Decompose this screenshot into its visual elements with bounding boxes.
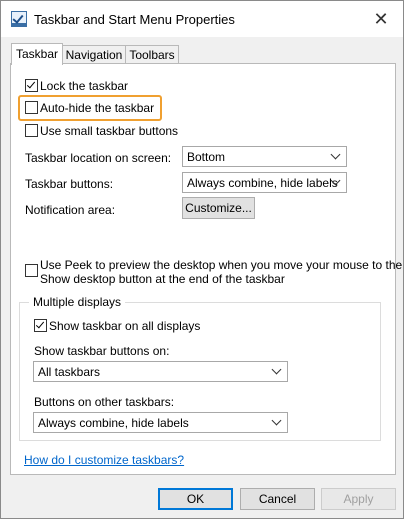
chevron-down-icon <box>330 150 342 162</box>
lock-taskbar-checkbox[interactable] <box>25 79 38 92</box>
tab-taskbar[interactable]: Taskbar <box>11 43 63 65</box>
cancel-button[interactable]: Cancel <box>240 488 315 510</box>
taskbar-buttons-select[interactable]: Always combine, hide labels <box>182 172 347 193</box>
location-select[interactable]: Bottom <box>182 146 347 167</box>
notification-area-label: Notification area: <box>25 203 116 217</box>
tab-navigation[interactable]: Navigation <box>62 45 126 64</box>
location-label: Taskbar location on screen: <box>25 151 172 165</box>
chevron-down-icon <box>271 416 283 428</box>
chevron-down-icon <box>330 176 342 188</box>
show-all-displays-checkbox[interactable] <box>34 319 47 332</box>
other-taskbars-select[interactable]: Always combine, hide labels <box>33 412 288 433</box>
peek-label-line2: Show desktop button at the end of the ta… <box>40 272 285 286</box>
other-taskbars-label: Buttons on other taskbars: <box>34 395 175 409</box>
close-icon[interactable]: ✕ <box>363 1 399 37</box>
show-buttons-on-label: Show taskbar buttons on: <box>34 344 170 358</box>
small-buttons-checkbox[interactable] <box>25 124 38 137</box>
show-buttons-on-value: All taskbars <box>38 365 101 379</box>
peek-checkbox[interactable] <box>25 264 38 277</box>
show-buttons-on-select[interactable]: All taskbars <box>33 361 288 382</box>
customize-button[interactable]: Customize... <box>182 197 255 219</box>
tab-toolbars[interactable]: Toolbars <box>125 45 179 64</box>
window-title: Taskbar and Start Menu Properties <box>34 12 235 27</box>
lock-taskbar-label: Lock the taskbar <box>40 79 129 93</box>
auto-hide-label: Auto-hide the taskbar <box>40 101 155 115</box>
location-value: Bottom <box>187 150 226 164</box>
help-link[interactable]: How do I customize taskbars? <box>24 453 184 467</box>
apply-button[interactable]: Apply <box>321 488 396 510</box>
show-all-displays-label: Show taskbar on all displays <box>49 319 201 333</box>
ok-button[interactable]: OK <box>158 488 233 510</box>
taskbar-buttons-label: Taskbar buttons: <box>25 177 114 191</box>
taskbar-properties-icon <box>11 11 27 27</box>
small-buttons-label: Use small taskbar buttons <box>40 124 179 138</box>
properties-window: Taskbar and Start Menu Properties ✕ Task… <box>0 0 404 519</box>
taskbar-buttons-value: Always combine, hide labels <box>187 176 338 190</box>
peek-label-line1: Use Peek to preview the desktop when you… <box>40 258 403 272</box>
title-bar[interactable]: Taskbar and Start Menu Properties ✕ <box>1 1 403 37</box>
chevron-down-icon <box>271 365 283 377</box>
other-taskbars-value: Always combine, hide labels <box>38 416 189 430</box>
multiple-displays-title: Multiple displays <box>29 295 126 309</box>
auto-hide-checkbox[interactable] <box>25 101 38 114</box>
